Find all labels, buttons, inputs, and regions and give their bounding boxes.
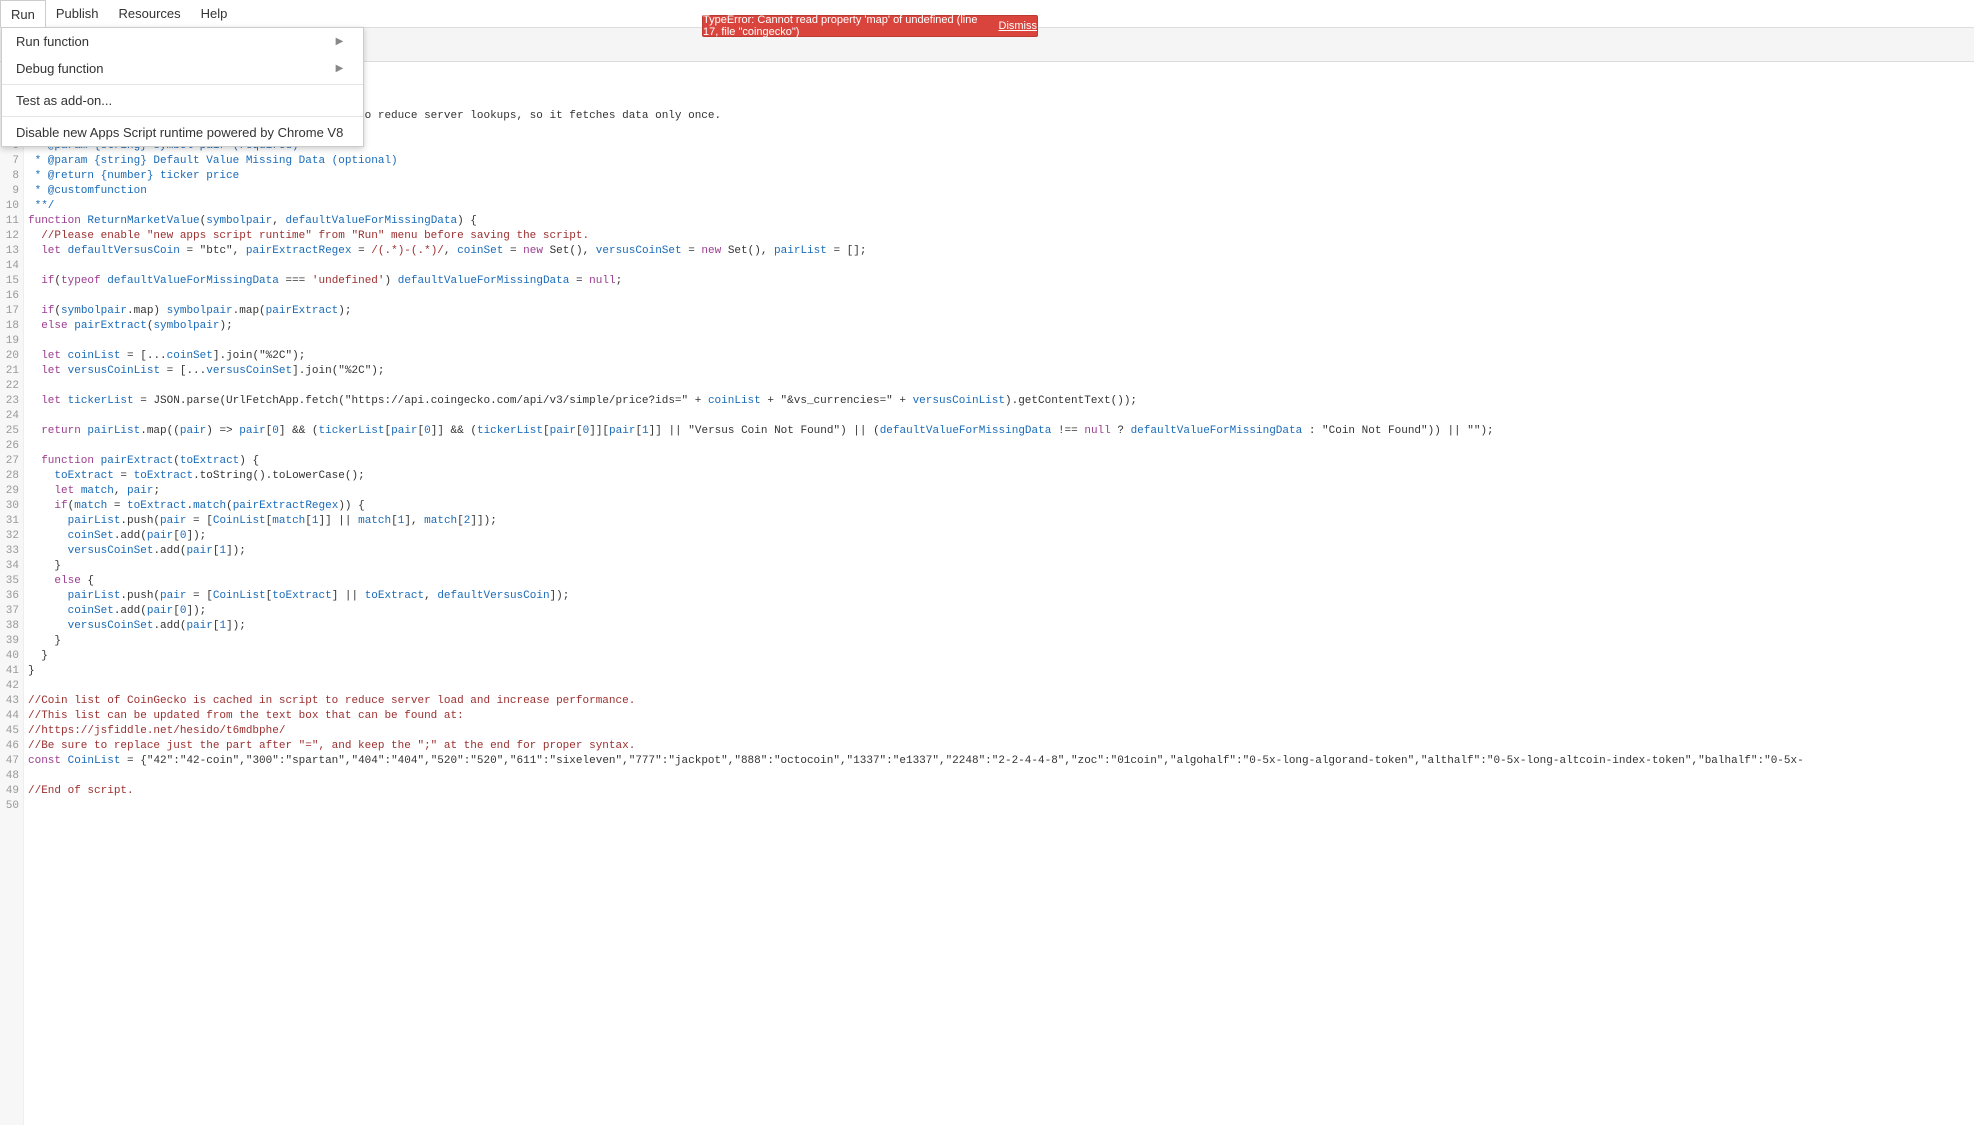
code-line[interactable]: function ReturnMarketValue(symbolpair, d… <box>28 214 1974 229</box>
code-line[interactable]: else pairExtract(symbolpair); <box>28 319 1974 334</box>
code-line[interactable]: pairList.push(pair = [CoinList[toExtract… <box>28 589 1974 604</box>
error-banner: TypeError: Cannot read property 'map' of… <box>702 15 1038 37</box>
code-line[interactable]: let defaultVersusCoin = "btc", pairExtra… <box>28 244 1974 259</box>
menu-label: Test as add-on... <box>16 93 112 108</box>
code-line[interactable]: //End of script. <box>28 784 1974 799</box>
menu-test-addon[interactable]: Test as add-on... <box>2 87 363 114</box>
code-line[interactable]: let coinList = [...coinSet].join("%2C"); <box>28 349 1974 364</box>
code-line[interactable]: if(match = toExtract.match(pairExtractRe… <box>28 499 1974 514</box>
code-line[interactable]: //Please enable "new apps script runtime… <box>28 229 1974 244</box>
menu-debug-function[interactable]: Debug function ▶ <box>2 55 363 82</box>
code-area[interactable]: it to reduce server lookups, so it fetch… <box>24 62 1974 1125</box>
menu-resources[interactable]: Resources <box>109 0 191 27</box>
code-line[interactable]: coinSet.add(pair[0]); <box>28 604 1974 619</box>
code-line[interactable] <box>28 409 1974 424</box>
menu-label: Run function <box>16 34 89 49</box>
dismiss-link[interactable]: Dismiss <box>999 20 1038 32</box>
code-line[interactable] <box>28 679 1974 694</box>
code-line[interactable]: toExtract = toExtract.toString().toLower… <box>28 469 1974 484</box>
menu-separator <box>2 84 363 85</box>
menu-label: Debug function <box>16 61 103 76</box>
menu-publish[interactable]: Publish <box>46 0 109 27</box>
code-line[interactable]: **/ <box>28 199 1974 214</box>
code-line[interactable]: let match, pair; <box>28 484 1974 499</box>
code-line[interactable]: //This list can be updated from the text… <box>28 709 1974 724</box>
menu-separator <box>2 116 363 117</box>
code-line[interactable]: if(typeof defaultValueForMissingData ===… <box>28 274 1974 289</box>
code-line[interactable] <box>28 379 1974 394</box>
code-line[interactable]: * @param {string} Default Value Missing … <box>28 154 1974 169</box>
chevron-right-icon: ▶ <box>336 63 344 74</box>
code-line[interactable]: * @return {number} ticker price <box>28 169 1974 184</box>
code-line[interactable]: } <box>28 649 1974 664</box>
code-line[interactable]: function pairExtract(toExtract) { <box>28 454 1974 469</box>
code-line[interactable] <box>28 769 1974 784</box>
code-line[interactable]: let tickerList = JSON.parse(UrlFetchApp.… <box>28 394 1974 409</box>
code-line[interactable] <box>28 799 1974 814</box>
code-line[interactable]: * @customfunction <box>28 184 1974 199</box>
code-line[interactable] <box>28 334 1974 349</box>
code-line[interactable] <box>28 289 1974 304</box>
code-line[interactable]: } <box>28 634 1974 649</box>
code-line[interactable]: } <box>28 664 1974 679</box>
menu-run[interactable]: Run <box>0 0 46 27</box>
code-line[interactable] <box>28 259 1974 274</box>
menu-label: Disable new Apps Script runtime powered … <box>16 125 343 140</box>
code-line[interactable]: if(symbolpair.map) symbolpair.map(pairEx… <box>28 304 1974 319</box>
code-line[interactable]: else { <box>28 574 1974 589</box>
line-gutter: 1234567891011121314151617181920212223242… <box>0 62 24 1125</box>
run-dropdown: Run function ▶ Debug function ▶ Test as … <box>1 27 364 147</box>
code-editor[interactable]: 1234567891011121314151617181920212223242… <box>0 62 1974 1125</box>
menu-help[interactable]: Help <box>191 0 238 27</box>
menu-disable-v8[interactable]: Disable new Apps Script runtime powered … <box>2 119 363 146</box>
error-message: TypeError: Cannot read property 'map' of… <box>703 14 993 38</box>
code-line[interactable]: versusCoinSet.add(pair[1]); <box>28 619 1974 634</box>
menu-run-function[interactable]: Run function ▶ <box>2 28 363 55</box>
code-line[interactable]: //Be sure to replace just the part after… <box>28 739 1974 754</box>
code-line[interactable]: let versusCoinList = [...versusCoinSet].… <box>28 364 1974 379</box>
code-line[interactable]: //https://jsfiddle.net/hesido/t6mdbphe/ <box>28 724 1974 739</box>
code-line[interactable]: //Coin list of CoinGecko is cached in sc… <box>28 694 1974 709</box>
chevron-right-icon: ▶ <box>336 36 344 47</box>
code-line[interactable] <box>28 439 1974 454</box>
code-line[interactable]: const CoinList = {"42":"42-coin","300":"… <box>28 754 1974 769</box>
code-line[interactable]: pairList.push(pair = [CoinList[match[1]]… <box>28 514 1974 529</box>
code-line[interactable]: coinSet.add(pair[0]); <box>28 529 1974 544</box>
code-line[interactable]: return pairList.map((pair) => pair[0] &&… <box>28 424 1974 439</box>
code-line[interactable]: versusCoinSet.add(pair[1]); <box>28 544 1974 559</box>
code-line[interactable]: } <box>28 559 1974 574</box>
